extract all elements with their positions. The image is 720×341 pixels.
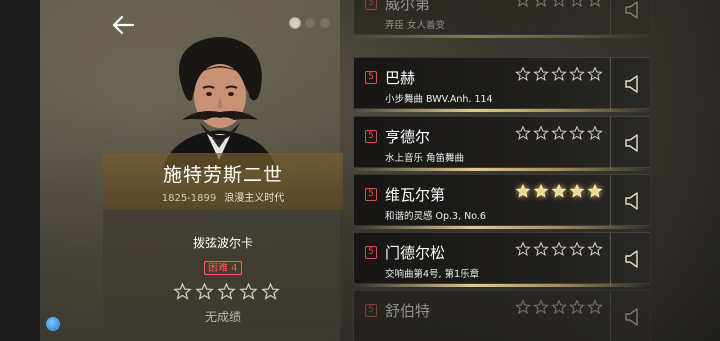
star-icon: [571, 0, 583, 7]
star-icon: [551, 183, 567, 198]
song-level-badge: 5: [365, 130, 377, 143]
song-level-badge: 5: [365, 246, 377, 259]
star-icon: [533, 299, 549, 314]
star-icon: [587, 299, 603, 314]
selected-piece-stars: [173, 282, 280, 301]
page-dot[interactable]: [289, 17, 301, 29]
song-stars: [515, 183, 603, 199]
star-icon: [261, 282, 280, 300]
song-level-badge: 5: [365, 0, 377, 10]
selected-piece-title: 拨弦波尔卡: [192, 236, 253, 250]
star-icon: [515, 241, 531, 256]
star-icon: [239, 282, 258, 300]
song-title: 巴赫: [385, 69, 416, 87]
preview-sound-button[interactable]: [610, 0, 651, 36]
star-icon: [569, 299, 585, 314]
star-icon: [553, 0, 565, 7]
song-title: 威尔第: [385, 0, 431, 13]
page-dot[interactable]: [304, 17, 316, 29]
song-title: 亨德尔: [385, 128, 431, 146]
left-edge-strip: [0, 0, 40, 341]
song-stars: [515, 66, 603, 82]
preview-sound-button[interactable]: [610, 291, 651, 341]
star-icon: [515, 125, 531, 140]
star-icon: [515, 183, 531, 198]
speaker-icon: [624, 192, 638, 210]
composer-years: 1825-1899: [161, 193, 217, 204]
speaker-icon: [624, 250, 638, 268]
speaker-icon: [624, 308, 638, 326]
speaker-icon: [624, 1, 638, 19]
song-title: 维瓦尔第: [385, 186, 446, 204]
preview-sound-button[interactable]: [610, 175, 651, 227]
star-icon: [535, 0, 547, 7]
star-icon: [569, 183, 585, 198]
song-subtitle: 交响曲第4号, 第1乐章: [385, 269, 480, 280]
song-level-badge: 5: [365, 188, 377, 201]
score-text: 无成绩: [204, 310, 241, 324]
song-stars: [515, 299, 603, 315]
song-list-item[interactable]: 5 门德尔松交响曲第4号, 第1乐章: [353, 232, 651, 287]
star-icon: [569, 125, 585, 140]
song-list-item[interactable]: 5 亨德尔水上音乐 角笛舞曲: [353, 116, 651, 171]
preview-sound-button[interactable]: [610, 117, 651, 169]
song-title: 门德尔松: [385, 244, 446, 262]
star-icon: [551, 241, 567, 256]
right-backdrop: [651, 0, 720, 341]
star-icon: [551, 299, 567, 314]
preview-sound-button[interactable]: [610, 58, 651, 110]
composer-meta: 1825-1899 浪漫主义时代: [103, 189, 343, 204]
star-icon: [515, 66, 531, 81]
speaker-icon: [624, 75, 638, 93]
difficulty-badge: 困难 4: [204, 261, 242, 275]
star-icon: [533, 66, 549, 81]
preview-sound-button[interactable]: [610, 233, 651, 285]
composer-name-band: 施特劳斯二世 1825-1899 浪漫主义时代: [103, 153, 343, 210]
star-icon: [587, 241, 603, 256]
composer-name: 施特劳斯二世: [162, 164, 283, 186]
star-icon: [551, 125, 567, 140]
composer-portrait: [152, 30, 287, 170]
star-icon: [173, 282, 192, 300]
song-stars: [515, 241, 603, 257]
selected-piece-info: 拨弦波尔卡 困难 4 无成绩: [103, 210, 343, 328]
song-subtitle: 小步舞曲 BWV.Anh. 114: [385, 94, 493, 105]
song-level-badge: 5: [365, 71, 377, 84]
song-list[interactable]: 5 威尔第弄臣 女人善变 5 巴赫小步舞曲 BWV.Anh. 114 5 亨德尔水上音乐 …: [353, 0, 651, 341]
page-dot[interactable]: [319, 17, 331, 29]
song-list-item[interactable]: 5 巴赫小步舞曲 BWV.Anh. 114: [353, 57, 651, 112]
song-subtitle: 和谐的灵感 Op.3, No.6: [385, 211, 486, 222]
song-list-item[interactable]: 5 舒伯特: [353, 290, 651, 341]
speaker-icon: [624, 134, 638, 152]
star-icon: [569, 241, 585, 256]
star-icon: [533, 183, 549, 198]
song-subtitle: 弄臣 女人善变: [385, 20, 446, 31]
star-icon: [195, 282, 214, 300]
star-icon: [587, 125, 603, 140]
globe-icon[interactable]: [46, 317, 60, 331]
star-icon: [587, 66, 603, 81]
song-title: 舒伯特: [385, 302, 431, 320]
star-icon: [515, 299, 531, 314]
star-icon: [533, 125, 549, 140]
star-icon: [533, 241, 549, 256]
star-icon: [569, 66, 585, 81]
star-icon: [551, 66, 567, 81]
star-icon: [217, 282, 236, 300]
song-subtitle: 水上音乐 角笛舞曲: [385, 153, 465, 164]
back-arrow-icon: [112, 15, 135, 35]
page-indicator: [289, 17, 331, 29]
composer-info-card: 施特劳斯二世 1825-1899 浪漫主义时代 拨弦波尔卡 困难 4 无成绩: [103, 153, 343, 328]
song-stars: [515, 125, 603, 141]
star-icon: [517, 0, 529, 7]
song-list-item[interactable]: 5 威尔第弄臣 女人善变: [353, 0, 651, 38]
song-stars: [515, 0, 603, 8]
song-list-item[interactable]: 5 维瓦尔第和谐的灵感 Op.3, No.6: [353, 174, 651, 229]
song-level-badge: 5: [365, 304, 377, 317]
star-icon: [587, 183, 603, 198]
composer-era: 浪漫主义时代: [224, 193, 285, 204]
star-icon: [589, 0, 601, 7]
back-button[interactable]: [108, 10, 138, 40]
